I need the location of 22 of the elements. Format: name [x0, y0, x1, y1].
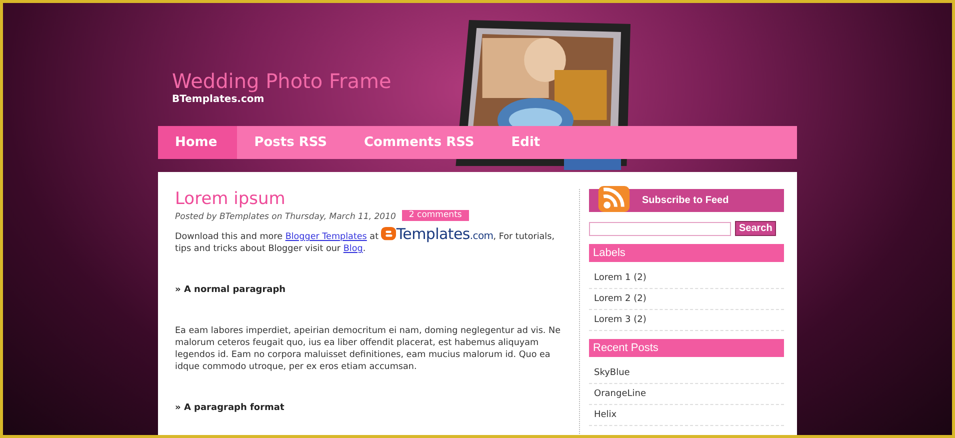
- search-button[interactable]: Search: [735, 221, 776, 236]
- sidebar-link[interactable]: Lorem 3 (2): [594, 315, 646, 325]
- section-heading: » A normal paragraph: [175, 285, 287, 295]
- sidebar-link[interactable]: SkyBlue: [594, 368, 630, 378]
- widget-title: Labels: [589, 244, 784, 262]
- sidebar-link[interactable]: OrangeLine: [594, 389, 646, 399]
- text-link[interactable]: Blogger Templates: [285, 232, 367, 242]
- b-logo-icon: [381, 226, 396, 241]
- subscribe-bar[interactable]: Subscribe to Feed: [589, 189, 784, 212]
- text-link[interactable]: Blog: [343, 244, 363, 254]
- blog-subtitle: BTemplates.com: [172, 94, 266, 105]
- sidebar-link[interactable]: Lorem 2 (2): [594, 294, 646, 304]
- sidebar-link[interactable]: Helix: [594, 410, 617, 420]
- intro-paragraph: Download this and more Blogger Templates at Templates.com, For tutorials, tips and tricks about Blogger visit our Blog.: [175, 226, 556, 255]
- section-heading: » A paragraph format: [175, 403, 286, 413]
- sidebar-link[interactable]: Lorem 1 (2): [594, 273, 646, 283]
- widget-title: Recent Posts: [589, 339, 784, 357]
- post-meta: Posted by BTemplates on Thursday, March 11, 2010: [175, 212, 396, 222]
- site-logo[interactable]: Templates.com: [381, 225, 494, 243]
- body-paragraph: Ea eam labores imperdiet, apeirian democritum ei nam, doming neglegentur ad vis. Ne malorum ceteros feugait quo, ius ea liber offendit placerat, est habemus aliquyam legendos id. Eam no corpora maluisset definitiones, eam mucius malorum id. Quo ea idque commodo utroque, per ex eros etiam accumsan.: [175, 325, 562, 373]
- subscribe-label: Subscribe to Feed: [642, 195, 729, 206]
- search-field[interactable]: [589, 222, 731, 236]
